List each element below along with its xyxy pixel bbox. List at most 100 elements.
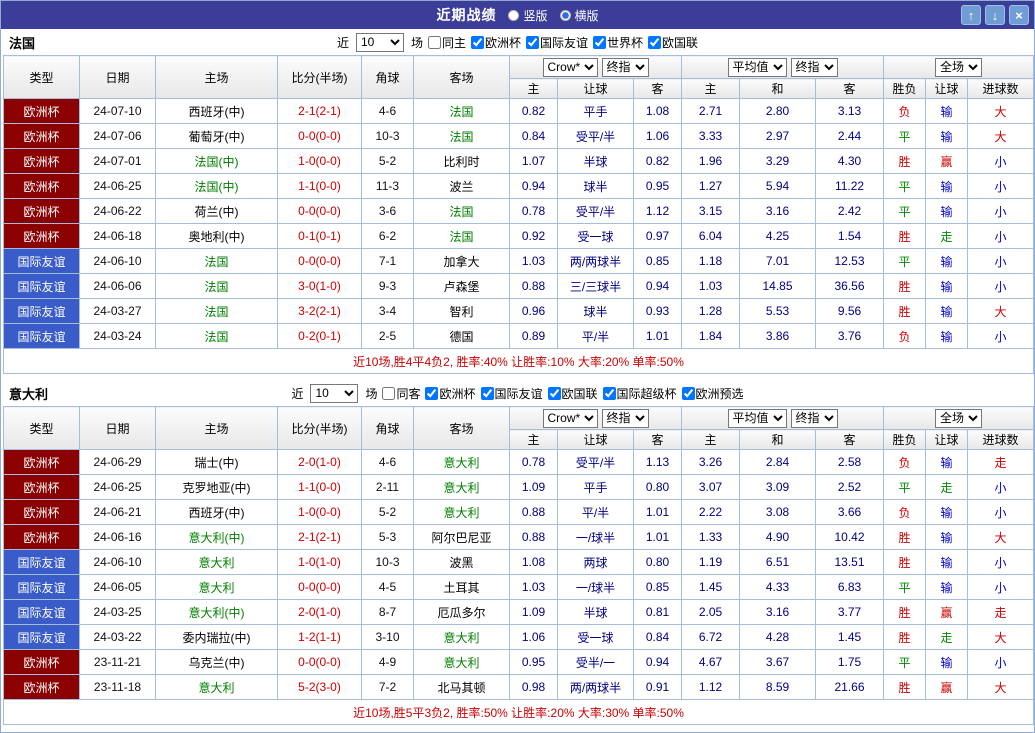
competition-filter-2[interactable]: 欧国联 [548,385,598,402]
layout-horizontal-label: 横版 [575,7,599,24]
cell-home-team: 法国 [156,249,278,274]
cell-corners: 3-6 [362,199,414,224]
same-venue-filter[interactable]: 同主 [428,34,466,51]
avg-final-select[interactable]: 终指 [791,409,838,428]
cell-away-team: 厄瓜多尔 [414,600,510,625]
competition-checkbox[interactable] [548,387,561,400]
cell-crown-away-odds: 0.97 [634,224,682,249]
cell-away-team: 加拿大 [414,249,510,274]
competition-checkbox[interactable] [682,387,695,400]
competition-filter-2[interactable]: 世界杯 [593,34,643,51]
cell-avg-home: 1.03 [682,274,740,299]
cell-avg-home: 1.27 [682,174,740,199]
competition-filter-3[interactable]: 欧国联 [648,34,698,51]
cell-avg-away: 36.56 [816,274,884,299]
match-row: 欧洲杯24-06-18奥地利(中)0-1(0-1)6-2法国0.92受一球0.9… [4,224,1034,249]
competition-checkbox[interactable] [603,387,616,400]
scope-select[interactable]: 全场 [935,409,982,428]
cell-away-team: 波兰 [414,174,510,199]
competition-label: 国际友谊 [540,34,588,51]
odds-source-select[interactable]: Crow* [543,58,598,77]
odds-source-select[interactable]: Crow* [543,409,598,428]
cell-competition: 欧洲杯 [4,99,80,124]
column-header-0: 类型 [4,407,80,450]
cell-crown-home-odds: 0.88 [510,274,558,299]
same-venue-checkbox[interactable] [428,36,441,49]
avg-source-select[interactable]: 平均值 [728,58,787,77]
cell-avg-away: 11.22 [816,174,884,199]
cell-home-team: 意大利(中) [156,600,278,625]
odds-select-cell: Crow*终指 [510,56,682,79]
avg-source-select[interactable]: 平均值 [728,409,787,428]
cell-handicap: 受一球 [558,224,634,249]
competition-filter-3[interactable]: 国际超级杯 [603,385,677,402]
odds-final-select[interactable]: 终指 [602,409,649,428]
title-bar: 近期战绩 竖版 横版 ↑ ↓ × [1,1,1034,29]
competition-checkbox[interactable] [593,36,606,49]
match-row: 国际友谊24-06-10法国0-0(0-0)7-1加拿大1.03两/两球半0.8… [4,249,1034,274]
cell-avg-home: 1.84 [682,324,740,349]
cell-crown-away-odds: 0.94 [634,650,682,675]
cell-avg-draw: 4.33 [740,575,816,600]
cell-handicap: 半球 [558,149,634,174]
cell-crown-home-odds: 0.95 [510,650,558,675]
cell-away-team: 意大利 [414,500,510,525]
layout-vertical-radio-input[interactable] [508,10,519,21]
cell-result-handicap: 赢 [926,600,968,625]
match-row: 国际友谊24-03-22委内瑞拉(中)1-2(1-1)3-10意大利1.06受一… [4,625,1034,650]
competition-filter-0[interactable]: 欧洲杯 [471,34,521,51]
cell-result-handicap: 输 [926,324,968,349]
move-up-button[interactable]: ↑ [961,5,981,25]
layout-horizontal-radio[interactable]: 横版 [560,7,599,24]
same-venue-label: 同客 [396,385,420,402]
match-count-select[interactable]: 10 [356,33,404,52]
scope-select[interactable]: 全场 [935,58,982,77]
matches-label: 场 [411,34,423,51]
competition-checkbox[interactable] [471,36,484,49]
cell-result-goals: 走 [968,450,1034,475]
move-down-button[interactable]: ↓ [985,5,1005,25]
sub-column-header: 让球 [558,430,634,450]
competition-checkbox[interactable] [648,36,661,49]
cell-away-team: 土耳其 [414,575,510,600]
sub-column-header: 主 [682,79,740,99]
same-venue-checkbox[interactable] [382,387,395,400]
cell-home-team: 克罗地亚(中) [156,475,278,500]
close-button[interactable]: × [1009,5,1029,25]
cell-handicap: 球半 [558,174,634,199]
competition-filter-4[interactable]: 欧洲预选 [682,385,744,402]
cell-date: 24-07-01 [80,149,156,174]
competition-checkbox[interactable] [481,387,494,400]
avg-final-select[interactable]: 终指 [791,58,838,77]
cell-corners: 4-6 [362,450,414,475]
competition-filter-1[interactable]: 国际友谊 [526,34,588,51]
layout-horizontal-radio-input[interactable] [560,10,571,21]
cell-avg-away: 12.53 [816,249,884,274]
match-count-select[interactable]: 10 [310,384,358,403]
same-venue-label: 同主 [442,34,466,51]
layout-vertical-radio[interactable]: 竖版 [508,7,547,24]
cell-result-goals: 小 [968,575,1034,600]
cell-date: 24-03-24 [80,324,156,349]
competition-label: 欧洲杯 [485,34,521,51]
odds-final-select[interactable]: 终指 [602,58,649,77]
cell-corners: 7-1 [362,249,414,274]
results-table-france: 类型日期主场比分(半场)角球客场Crow*终指平均值终指全场主让球客主和客胜负让… [3,55,1034,374]
same-venue-filter[interactable]: 同客 [382,385,420,402]
section-france: 法国近10场同主欧洲杯国际友谊世界杯欧国联类型日期主场比分(半场)角球客场Cro… [1,29,1034,374]
title-group: 近期战绩 竖版 横版 [1,5,1034,25]
cell-crown-away-odds: 0.80 [634,475,682,500]
competition-checkbox[interactable] [425,387,438,400]
cell-corners: 11-3 [362,174,414,199]
cell-home-team: 意大利 [156,550,278,575]
summary-row: 近10场,胜5平3负2, 胜率:50% 让胜率:20% 大率:30% 单率:50… [4,700,1034,725]
cell-avg-away: 1.54 [816,224,884,249]
competition-filter-1[interactable]: 国际友谊 [481,385,543,402]
cell-result-outcome: 平 [884,575,926,600]
cell-avg-away: 2.52 [816,475,884,500]
competition-filter-0[interactable]: 欧洲杯 [425,385,475,402]
cell-avg-away: 10.42 [816,525,884,550]
competition-checkbox[interactable] [526,36,539,49]
cell-score: 0-0(0-0) [278,575,362,600]
cell-result-outcome: 胜 [884,675,926,700]
